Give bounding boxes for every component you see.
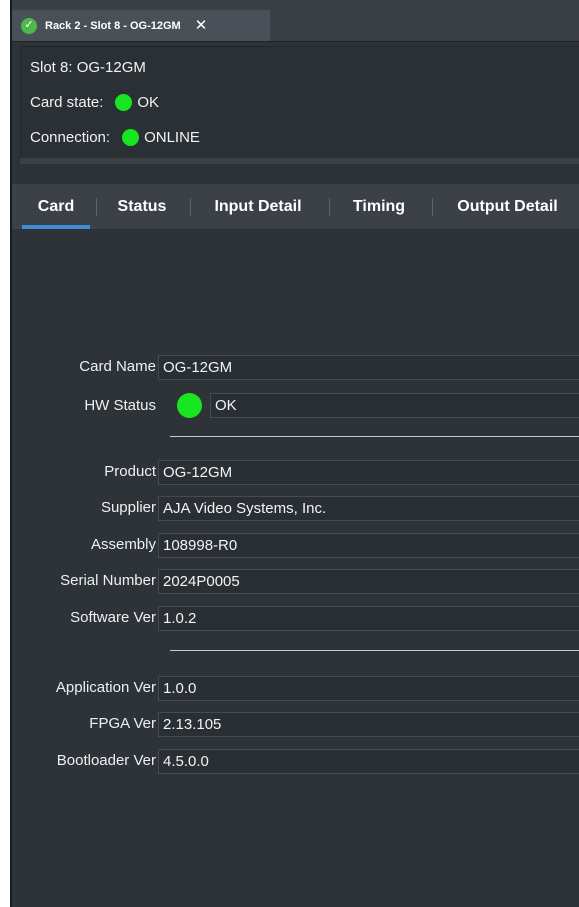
bootloader-ver-field: 4.5.0.0: [158, 749, 579, 774]
page-tab-bar: Card Status Input Detail Timing Output D…: [12, 184, 579, 229]
software-ver-field: 1.0.2: [158, 606, 579, 631]
hw-status-label: HW Status: [84, 397, 156, 414]
card-name-field[interactable]: OG-12GM: [158, 355, 579, 380]
status-led-icon: [122, 129, 140, 146]
tab-divider: [432, 198, 433, 216]
hw-status-led-icon: [177, 393, 202, 418]
serial-number-label: Serial Number: [60, 572, 156, 589]
document-tab[interactable]: ✓ Rack 2 - Slot 8 - OG-12GM ✕: [12, 10, 270, 41]
assembly-label: Assembly: [90, 536, 156, 553]
section-divider: [170, 650, 579, 651]
supplier-label: Supplier: [100, 499, 156, 516]
card-state-value: OK: [137, 94, 160, 111]
product-label: Product: [104, 463, 156, 480]
slot-info-panel: Slot 8: OG-12GM Card state: OK Connectio…: [20, 46, 579, 160]
card-state-label: Card state:: [30, 94, 104, 111]
tab-divider: [329, 198, 330, 216]
connection-label: Connection:: [30, 129, 111, 146]
serial-number-field: 2024P0005: [158, 569, 579, 594]
application-ver-field: 1.0.0: [158, 676, 579, 701]
card-name-label: Card Name: [79, 358, 156, 375]
connection-value: ONLINE: [144, 129, 200, 146]
status-led-icon: [115, 94, 133, 111]
close-icon[interactable]: ✕: [195, 18, 208, 33]
hw-status-field: OK: [210, 393, 579, 418]
slot-title: Slot 8: OG-12GM: [30, 59, 146, 76]
application-ver-label: Application Ver: [55, 679, 156, 696]
document-tab-strip: ✓ Rack 2 - Slot 8 - OG-12GM ✕: [12, 0, 579, 42]
tab-input-detail[interactable]: Input Detail: [198, 184, 318, 229]
tab-divider: [190, 198, 191, 216]
connection-row: Connection: ONLINE: [30, 129, 200, 146]
software-ver-label: Software Ver: [70, 609, 156, 626]
fpga-ver-label: FPGA Ver: [89, 715, 156, 732]
supplier-field: AJA Video Systems, Inc.: [158, 496, 579, 521]
check-circle-icon: ✓: [21, 17, 37, 34]
card-details-panel: Card Name OG-12GM HW Status OK Product O…: [12, 229, 579, 907]
bootloader-ver-label: Bootloader Ver: [56, 752, 156, 769]
assembly-field: 108998-R0: [158, 533, 579, 558]
tab-divider: [96, 198, 97, 216]
card-state-row: Card state: OK: [30, 94, 159, 111]
tab-status[interactable]: Status: [104, 184, 180, 229]
tab-card[interactable]: Card: [22, 184, 90, 229]
panel-divider: [20, 158, 579, 164]
fpga-ver-field: 2.13.105: [158, 712, 579, 737]
tab-output-detail[interactable]: Output Detail: [440, 184, 575, 229]
document-tab-title: Rack 2 - Slot 8 - OG-12GM: [45, 19, 181, 32]
product-field: OG-12GM: [158, 460, 579, 485]
tab-timing[interactable]: Timing: [337, 184, 421, 229]
section-divider: [170, 436, 579, 437]
card-config-window: ✓ Rack 2 - Slot 8 - OG-12GM ✕ Slot 8: OG…: [10, 0, 579, 907]
